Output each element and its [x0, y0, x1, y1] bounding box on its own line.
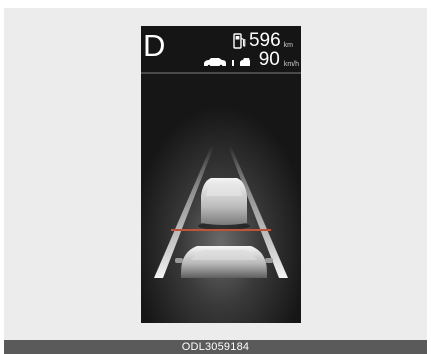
- fuel-pump-icon: [233, 33, 246, 49]
- lead-vehicle-icon: [198, 178, 250, 230]
- distance-bar-icon: [231, 60, 234, 66]
- range-unit: km: [283, 42, 293, 49]
- gear-indicator: D: [143, 28, 166, 63]
- following-distance-icon: [203, 57, 251, 67]
- lead-vehicle-small-icon: [203, 58, 226, 67]
- own-vehicle-icon: [175, 246, 273, 278]
- own-vehicle-small-icon: [239, 58, 250, 66]
- instrument-cluster-display: D 596 km 90 km/h: [141, 26, 301, 323]
- set-speed-value: 90: [258, 49, 280, 70]
- following-distance-line: [171, 229, 271, 231]
- figure-caption: ODL3059184: [4, 340, 427, 354]
- set-speed: 90 km/h: [203, 49, 299, 70]
- road-scene: [141, 74, 301, 323]
- driving-range: 596 km: [233, 30, 293, 50]
- range-value: 596: [248, 30, 281, 51]
- header-divider: [141, 72, 301, 74]
- set-speed-unit: km/h: [283, 61, 299, 68]
